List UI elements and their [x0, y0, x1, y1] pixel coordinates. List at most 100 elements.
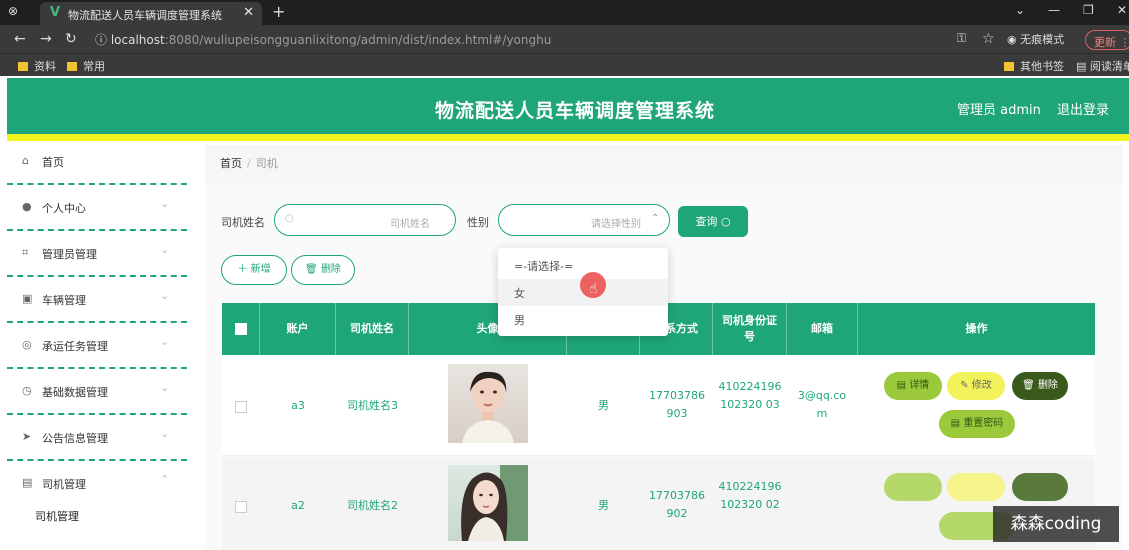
sidebar-item-tasks[interactable]: ◎ 承运任务管理 ⌄: [7, 325, 187, 369]
reload-icon[interactable]: ↻: [65, 31, 77, 47]
col-idcard: 司机身份证号: [713, 303, 787, 355]
cell-idcard: 410224196102320 03: [718, 380, 782, 411]
minimize-icon[interactable]: —: [1048, 3, 1060, 17]
cell-phone: 17703786903: [649, 389, 705, 420]
breadcrumb-home[interactable]: 首页: [220, 157, 242, 170]
sidebar-item-label: 司机管理: [42, 478, 86, 491]
sidebar-item-label: 基础数据管理: [42, 386, 108, 399]
trash-icon: 🗑: [305, 264, 318, 275]
add-button[interactable]: ＋ 新增: [221, 255, 287, 285]
delete-label: 删除: [320, 264, 341, 275]
folder-icon: [18, 62, 28, 71]
cell-name: 司机姓名3: [347, 399, 398, 412]
admin-user-label: 管理员 admin: [957, 103, 1041, 118]
portrait-image: [462, 371, 514, 443]
col-name: 司机姓名: [336, 303, 409, 355]
search-icon: ○: [285, 213, 294, 224]
reset-password-button[interactable]: ▤ 重置密码: [939, 410, 1015, 438]
forward-icon[interactable]: →: [40, 31, 52, 47]
table-row: a3 司机姓名3 男 17703786903 410224196102320 0…: [222, 355, 1095, 456]
folder-icon: [67, 62, 77, 71]
incognito-icon: ◉: [1007, 33, 1021, 46]
driver-name-input[interactable]: ○ 司机姓名: [274, 204, 456, 236]
update-button[interactable]: 更新 ⋮: [1085, 30, 1129, 50]
tab-close-icon[interactable]: ✕: [243, 5, 254, 20]
sidebar-item-home[interactable]: ⌂ 首页: [7, 141, 187, 185]
new-tab-icon[interactable]: +: [272, 2, 285, 21]
sidebar-item-vehicles[interactable]: ▣ 车辆管理 ⌄: [7, 279, 187, 323]
bookmark-label: 常用: [83, 60, 105, 73]
trash-icon: 🗑: [1022, 380, 1038, 391]
cell-name: 司机姓名2: [347, 499, 398, 512]
option-male[interactable]: 男: [498, 306, 668, 333]
app-header: 物流配送人员车辆调度管理系统 管理员 admin 退出登录: [7, 78, 1129, 134]
home-icon: ⌂: [22, 154, 29, 167]
row-delete-button[interactable]: [1012, 473, 1068, 501]
query-label: 查询: [695, 215, 718, 228]
star-icon[interactable]: ☆: [982, 31, 995, 47]
clock-icon: ◷: [22, 384, 32, 397]
url-field[interactable]: ⓘ localhost:8080/wuliupeisongguanlixiton…: [95, 31, 551, 48]
select-all-checkbox[interactable]: [234, 323, 247, 335]
tab-search-icon[interactable]: ⌄: [1015, 3, 1025, 17]
portrait-image: [461, 465, 528, 541]
table-row: a2 司机姓名2 男 17703786902 410224196102320 0…: [222, 457, 1095, 550]
edit-label: 修改: [971, 380, 992, 391]
sidebar-item-admins[interactable]: ⌗ 管理员管理 ⌄: [7, 233, 187, 277]
row-checkbox[interactable]: [235, 501, 247, 513]
sidebar-subitem-driver-management[interactable]: 司机管理: [35, 508, 79, 524]
incognito-label[interactable]: ◉ 无痕模式: [1007, 31, 1064, 47]
gender-label: 性别: [467, 216, 489, 229]
cell-email: 3@qq.com: [797, 389, 847, 420]
edit-button[interactable]: [947, 473, 1005, 501]
chevron-up-icon: ⌃: [160, 473, 170, 486]
sidebar-item-notices[interactable]: ➤ 公告信息管理 ⌄: [7, 417, 187, 461]
header-accent-bar: [7, 134, 1129, 141]
sidebar-item-profile[interactable]: ● 个人中心 ⌄: [7, 187, 187, 231]
detail-button[interactable]: ▤ 详情: [884, 372, 942, 400]
cell-account: a3: [291, 399, 305, 412]
detail-button[interactable]: [884, 473, 942, 501]
edit-button[interactable]: ✎ 修改: [947, 372, 1005, 400]
back-icon[interactable]: ←: [14, 31, 26, 47]
close-window-icon[interactable]: ✕: [1117, 3, 1127, 17]
search-icon: ○: [720, 215, 731, 228]
send-icon: ➤: [22, 430, 32, 443]
breadcrumb-separator: /: [247, 157, 251, 170]
delete-button[interactable]: 🗑 删除: [291, 255, 355, 285]
browser-tab[interactable]: V 物流配送人员车辆调度管理系统 ✕: [40, 2, 262, 25]
sidebar-item-label: 管理员管理: [42, 248, 97, 261]
sidebar-item-basic-data[interactable]: ◷ 基础数据管理 ⌄: [7, 371, 187, 415]
key-icon[interactable]: ⚿: [957, 31, 966, 46]
other-bookmarks-label: 其他书签: [1020, 60, 1064, 73]
sidebar-item-label: 车辆管理: [42, 294, 86, 307]
sidebar: ⌂ 首页 ● 个人中心 ⌄ ⌗ 管理员管理 ⌄ ▣ 车辆管理 ⌄ ◎ 承运任务管理 ⌄ ◷ 基础数据…: [7, 141, 187, 550]
bookmark-folder-changyong[interactable]: 常用: [67, 58, 105, 74]
row-delete-label: 删除: [1037, 380, 1058, 391]
sidebar-item-label: 公告信息管理: [42, 432, 108, 445]
user-icon: ●: [22, 200, 32, 213]
cell-gender: 男: [598, 499, 609, 512]
query-button[interactable]: 查询 ○: [678, 206, 748, 237]
add-label: 新增: [250, 264, 271, 275]
gender-placeholder: 请选择性别: [591, 219, 641, 230]
bookmark-folder-ziliao[interactable]: 资料: [18, 58, 56, 74]
gender-select[interactable]: 请选择性别 ⌃: [498, 204, 670, 236]
chrome-icon[interactable]: ⊗: [8, 4, 18, 18]
cell-idcard: 410224196102320 02: [718, 480, 782, 511]
sidebar-item-label: 个人中心: [42, 202, 86, 215]
plus-icon: ＋: [237, 264, 248, 275]
reading-list-label: 阅读清单: [1089, 60, 1129, 73]
logout-link[interactable]: 退出登录: [1057, 99, 1109, 118]
row-checkbox[interactable]: [235, 401, 247, 413]
reading-list-icon: ▤: [1076, 60, 1090, 73]
hand-cursor-icon: ☝: [589, 281, 598, 297]
maximize-icon[interactable]: ❐: [1083, 3, 1094, 17]
chevron-up-icon: ⌃: [651, 213, 660, 224]
reading-list[interactable]: ▤ 阅读清单: [1076, 58, 1129, 74]
row-delete-button[interactable]: 🗑 删除: [1012, 372, 1068, 400]
cell-phone: 17703786902: [649, 489, 705, 520]
update-text: 更新: [1094, 36, 1116, 49]
sidebar-item-drivers[interactable]: ▤ 司机管理 ⌃: [7, 463, 187, 507]
other-bookmarks[interactable]: 其他书签: [1004, 58, 1064, 74]
